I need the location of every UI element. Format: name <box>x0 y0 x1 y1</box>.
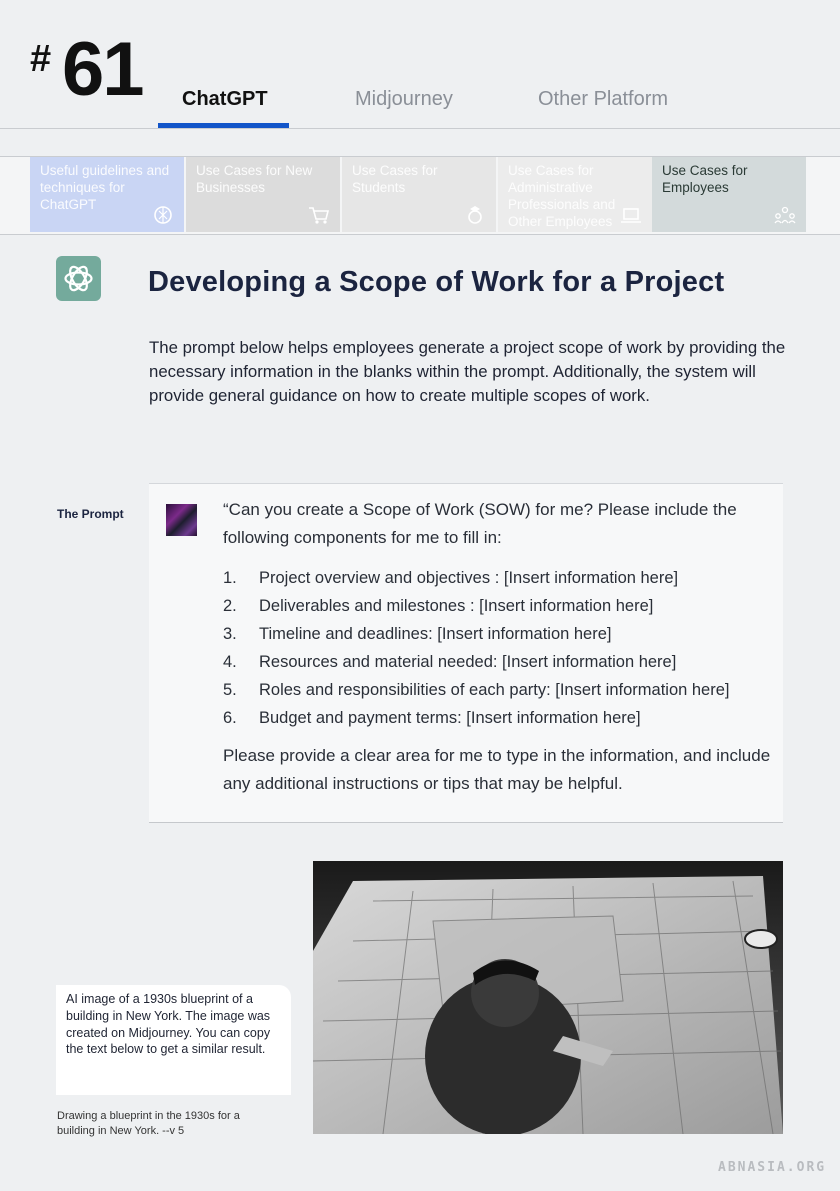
category-employees[interactable]: Use Cases for Employees <box>652 157 806 232</box>
prompt-list: 1. Project overview and objectives : [Ins… <box>223 564 783 732</box>
cart-icon <box>309 207 330 224</box>
list-item: 4. Resources and material needed: [Insert… <box>223 653 677 671</box>
number-hash: # <box>30 38 52 80</box>
list-item: 2. Deliverables and milestones : [Insert … <box>223 597 654 615</box>
list-item: 1. Project overview and objectives : [Ins… <box>223 569 679 587</box>
watermark: ABNASIA.ORG <box>718 1160 827 1175</box>
section-title: Developing a Scope of Work for a Project <box>148 266 725 298</box>
chatgpt-logo-icon <box>56 256 101 301</box>
chatgpt-logo-icon <box>154 206 172 224</box>
prompt-intro: “Can you create a Scope of Work (SOW) fo… <box>223 500 737 547</box>
tab-midjourney[interactable]: Midjourney <box>355 88 453 111</box>
prompt-thumbnail <box>166 504 197 536</box>
category-label: Use Cases for Employees <box>662 163 748 195</box>
list-item: 5. Roles and responsibilities of each par… <box>223 681 730 699</box>
header-divider <box>0 128 840 129</box>
category-new-businesses[interactable]: Use Cases for New Businesses <box>186 157 340 232</box>
team-icon <box>774 206 796 224</box>
image-caption: AI image of a 1930s blueprint of a build… <box>66 992 271 1057</box>
tab-other-platform[interactable]: Other Platform <box>538 88 668 111</box>
list-item: 3. Timeline and deadlines: [Insert inform… <box>223 625 612 643</box>
tab-chatgpt[interactable]: ChatGPT <box>182 88 268 111</box>
midjourney-prompt: Drawing a blueprint in the 1930s for a b… <box>57 1110 240 1137</box>
category-administrative[interactable]: Use Cases for Administrative Professiona… <box>498 157 652 232</box>
prompt-label: The Prompt <box>57 507 124 521</box>
category-label: Use Cases for Administrative Professiona… <box>508 163 616 229</box>
category-label: Use Cases for Students <box>352 163 438 195</box>
category-guidelines[interactable]: Useful guidelines and techniques for Cha… <box>30 157 184 232</box>
prompt-outro: Please provide a clear area for me to ty… <box>223 746 771 793</box>
list-item: 6. Budget and payment terms: [Insert info… <box>223 709 641 727</box>
blueprint-photo <box>313 861 783 1134</box>
page-number: 61 <box>62 27 145 112</box>
section-intro: The prompt below helps employees generat… <box>149 338 786 405</box>
laptop-icon <box>621 208 641 223</box>
category-students[interactable]: Use Cases for Students <box>342 157 496 232</box>
student-icon <box>468 206 482 224</box>
category-label: Use Cases for New Businesses <box>196 163 313 195</box>
